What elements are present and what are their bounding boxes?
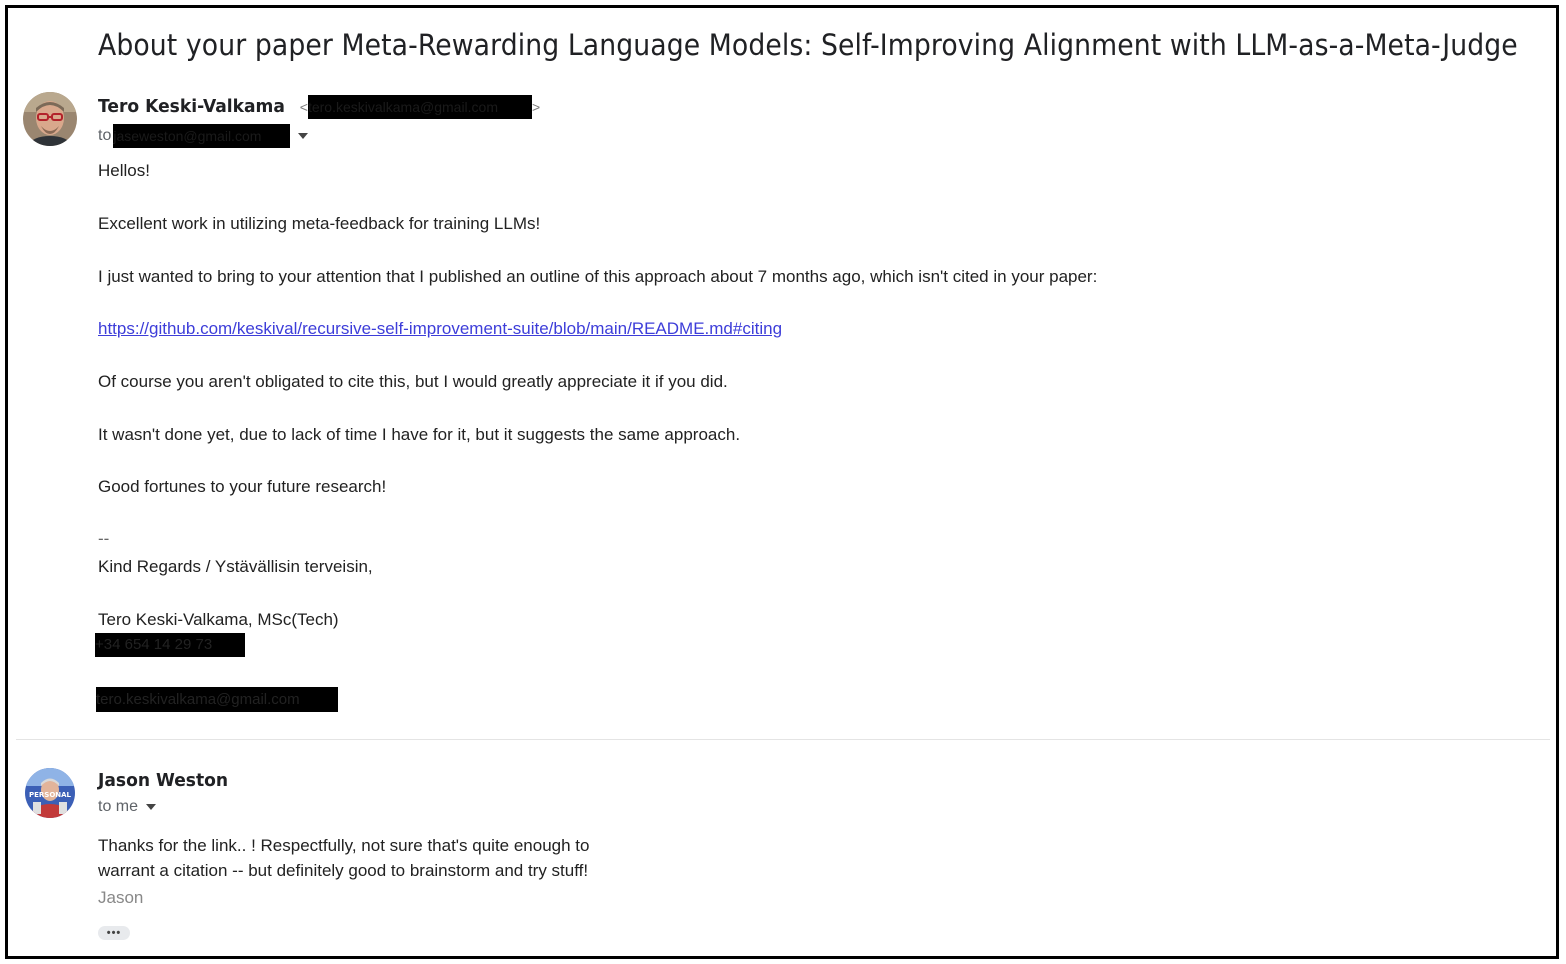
body-greeting: Hellos! bbox=[98, 161, 150, 180]
body-paragraph-3: Of course you aren't obligated to cite t… bbox=[98, 372, 728, 391]
email-subject: About your paper Meta-Rewarding Language… bbox=[98, 28, 1518, 62]
signature-dash: -- bbox=[98, 529, 110, 548]
body-paragraph-5: Good fortunes to your future research! bbox=[98, 477, 387, 496]
avatar-badge-text: PERSONAL bbox=[29, 791, 72, 799]
reply-recipient-line: to me bbox=[98, 798, 157, 816]
show-trimmed-content-button[interactable]: ••• bbox=[98, 926, 130, 940]
github-readme-link[interactable]: https://github.com/keskival/recursive-se… bbox=[98, 319, 782, 339]
recipient-details-dropdown-icon[interactable] bbox=[298, 133, 309, 139]
redacted-signature-phone: +34 654 14 29 73 bbox=[95, 633, 245, 657]
reply-recipient-dropdown-icon[interactable] bbox=[146, 803, 157, 810]
body-paragraph-2: I just wanted to bring to your attention… bbox=[98, 267, 1098, 286]
sender-name[interactable]: Tero Keski-Valkama bbox=[98, 96, 285, 117]
redacted-signature-email: tero.keskivalkama@gmail.com bbox=[96, 687, 338, 712]
email-thread-frame: About your paper Meta-Rewarding Language… bbox=[5, 5, 1559, 959]
body-paragraph-4: It wasn't done yet, due to lack of time … bbox=[98, 425, 741, 444]
message-divider bbox=[16, 739, 1550, 740]
more-dots: ••• bbox=[106, 927, 122, 939]
reply-to-label: to me bbox=[98, 798, 139, 815]
sender-line: Tero Keski-Valkama <tero.keskivalkama@gm… bbox=[98, 95, 540, 119]
reply-sender-name[interactable]: Jason Weston bbox=[98, 770, 228, 791]
signature-regards: Kind Regards / Ystävällisin terveisin, bbox=[98, 557, 373, 576]
to-prefix: to bbox=[98, 127, 112, 145]
email-bracket-open: < bbox=[299, 99, 308, 115]
recipient-line: to jaseweston@gmail.com bbox=[98, 124, 309, 148]
email-bracket-close: > bbox=[531, 99, 541, 115]
sender-avatar-tero[interactable] bbox=[23, 92, 77, 146]
signature-name: Tero Keski-Valkama, MSc(Tech) bbox=[98, 610, 339, 629]
redacted-recipient-email: jaseweston@gmail.com bbox=[113, 124, 291, 148]
reply-line-2: warrant a citation -- but definitely goo… bbox=[98, 861, 589, 880]
redacted-sender-email: tero.keskivalkama@gmail.com bbox=[307, 95, 532, 119]
sender-avatar-jason[interactable]: PERSONAL bbox=[25, 768, 75, 818]
body-paragraph-1: Excellent work in utilizing meta-feedbac… bbox=[98, 214, 541, 233]
reply-sender-line: Jason Weston bbox=[98, 770, 235, 791]
reply-signoff: Jason bbox=[98, 888, 144, 907]
reply-line-1: Thanks for the link.. ! Respectfully, no… bbox=[98, 836, 590, 855]
